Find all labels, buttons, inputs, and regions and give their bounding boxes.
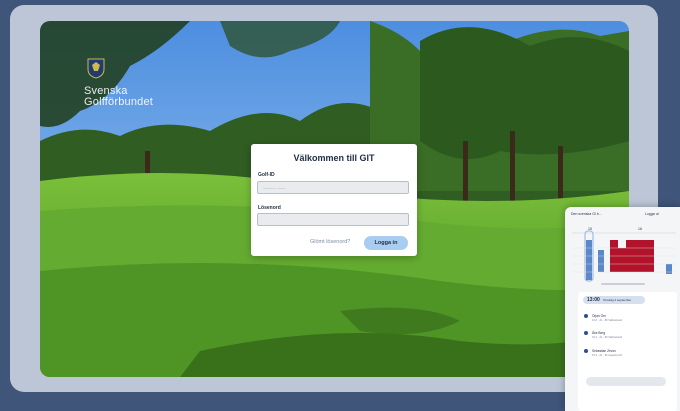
drag-handle[interactable] — [601, 283, 645, 285]
available-slot — [586, 240, 592, 280]
hour-label-15: 15 — [588, 227, 592, 231]
login-title: Välkommen till GIT — [293, 153, 375, 163]
golf-id-input[interactable]: ———- —— — [257, 181, 409, 194]
player-hcp: 19,1 · ÅL · 80 Valbostrand — [592, 336, 622, 339]
booked-slot — [618, 248, 626, 272]
brand-logo: Svenska Golfförbundet — [84, 57, 153, 108]
forgot-password-link[interactable]: Glömt lösenord? — [310, 239, 350, 245]
phone-header: Den svenska GI b... Logga ut — [565, 207, 680, 221]
phone-footer-button[interactable] — [586, 377, 666, 386]
check-icon — [584, 314, 588, 318]
hour-label-16: 16 — [638, 227, 642, 231]
player-hcp: 10,6 · ÅL · 80 Valbostrand — [592, 319, 622, 322]
brand-logo-line2: Golfförbundet — [84, 96, 154, 108]
tee-time-grid: 15 16 — [572, 227, 676, 282]
available-slot — [666, 264, 672, 274]
player-name: Åke Berg — [592, 331, 606, 335]
golf-id-placeholder: ———- —— — [263, 185, 286, 190]
tee-time: 13:00 — [587, 297, 600, 303]
time-pill: 13:00 Torsdag 2 september — [583, 296, 645, 304]
phone-mockup: Den svenska GI b... Logga ut 15 16 13:00… — [565, 207, 680, 411]
course-select[interactable]: Den svenska GI b... — [571, 212, 602, 216]
available-slot — [598, 250, 604, 272]
password-input[interactable] — [257, 213, 409, 226]
shield-crest-icon — [87, 58, 105, 79]
golf-id-label: Golf-ID — [258, 172, 275, 178]
login-card: Välkommen till GIT Golf-ID ———- —— Lösen… — [251, 144, 417, 256]
check-icon — [584, 331, 588, 335]
tee-date: Torsdag 2 september — [603, 298, 632, 302]
check-icon — [584, 349, 588, 353]
login-button[interactable]: Logga in — [364, 236, 408, 250]
booking-detail-panel: 13:00 Torsdag 2 september Örjan Örn 10,6… — [578, 292, 677, 411]
logout-button[interactable]: Logga ut — [645, 212, 659, 216]
player-name: Örjan Örn — [592, 314, 606, 318]
password-label: Lösenord — [258, 205, 281, 211]
player-name: Sebastian Zevon — [592, 349, 616, 353]
player-hcp: 15,3 · ÅL · 82 Augusta GK — [592, 354, 623, 357]
